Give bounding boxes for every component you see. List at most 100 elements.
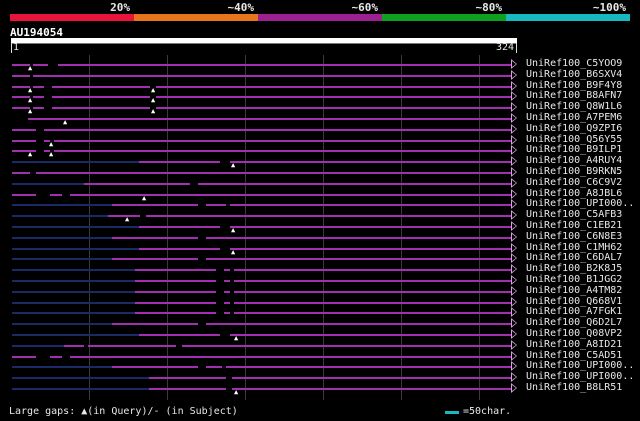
- hit-name-link[interactable]: UniRef100_UPI000..: [526, 360, 634, 371]
- hit-name-link[interactable]: UniRef100_C6DAL7: [526, 252, 622, 263]
- hit-name-link[interactable]: UniRef100_UPI000..: [526, 198, 634, 209]
- subject-gap-marker: [84, 343, 88, 347]
- hit-name-link[interactable]: UniRef100_B9F4Y8: [526, 80, 622, 91]
- aligned-segment: [112, 204, 512, 207]
- hit-name-link[interactable]: UniRef100_C5AD51: [526, 350, 622, 361]
- unaligned-segment: [12, 366, 112, 369]
- subject-gap-marker: [30, 73, 33, 77]
- subject-gap-marker: [230, 268, 234, 272]
- hit-name-link[interactable]: UniRef100_A8ID21: [526, 339, 622, 350]
- hit-name-link[interactable]: UniRef100_Q6D2L7: [526, 317, 622, 328]
- aligned-segment: [139, 247, 512, 250]
- hit-name-link[interactable]: UniRef100_Q8W1L6: [526, 101, 622, 112]
- subject-gap-marker: [216, 289, 224, 293]
- unaligned-segment: [12, 323, 112, 326]
- hit-name-link[interactable]: UniRef100_Q9ZPI6: [526, 123, 622, 134]
- aligned-segment: [112, 323, 512, 326]
- subject-gap-marker: [226, 387, 232, 390]
- hit-row[interactable]: ▲ UniRef100_B8LR51: [0, 382, 640, 396]
- hit-name-link[interactable]: UniRef100_C6N8E3: [526, 231, 622, 242]
- aligned-segment: [12, 355, 512, 358]
- hit-end-arrow-inner: [512, 61, 516, 67]
- scale-swatch: [445, 411, 459, 414]
- hit-end-arrow-inner: [512, 277, 516, 283]
- subject-gap-marker: [36, 354, 50, 358]
- hit-end-arrow-inner: [512, 169, 516, 175]
- hit-name-link[interactable]: UniRef100_B1JGG2: [526, 274, 622, 285]
- hit-name-link[interactable]: UniRef100_Q08VP2: [526, 328, 622, 339]
- unaligned-segment: [12, 290, 135, 293]
- identity-band: [134, 14, 258, 21]
- aligned-segment: [64, 344, 512, 347]
- identity-band-label: ~80%: [475, 1, 503, 14]
- hit-name-link[interactable]: UniRef100_Q56Y55: [526, 134, 622, 145]
- subject-gap-marker: [226, 376, 232, 380]
- aligned-segment: [149, 388, 512, 390]
- subject-gap-marker: [230, 300, 234, 304]
- hit-name-link[interactable]: UniRef100_A4RUY4: [526, 155, 622, 166]
- hit-name-link[interactable]: UniRef100_A7PEM6: [526, 112, 622, 123]
- hit-name-link[interactable]: UniRef100_Q668V1: [526, 296, 622, 307]
- aligned-segment: [149, 377, 512, 380]
- hit-name-link[interactable]: UniRef100_A4TM82: [526, 285, 622, 296]
- aligned-segment: [12, 85, 512, 88]
- hit-end-arrow-inner: [512, 179, 516, 186]
- subject-gap-marker: [216, 311, 224, 315]
- aligned-segment: [12, 74, 512, 77]
- hit-name-link[interactable]: UniRef100_B2K8J5: [526, 263, 622, 274]
- subject-gap-marker: [140, 214, 146, 218]
- subject-gap-marker: [44, 95, 52, 99]
- hit-name-link[interactable]: UniRef100_UPI000..: [526, 371, 634, 382]
- hit-name-link[interactable]: UniRef100_C6C9V2: [526, 177, 622, 188]
- subject-gap-marker: [216, 300, 224, 304]
- hit-name-link[interactable]: UniRef100_B8AFN7: [526, 90, 622, 101]
- hit-name-link[interactable]: UniRef100_C1EB21: [526, 220, 622, 231]
- subject-gap-marker: [36, 138, 44, 142]
- subject-gap-marker: [230, 279, 234, 282]
- subject-gap-marker: [198, 257, 206, 261]
- hit-name-link[interactable]: UniRef100_B8LR51: [526, 382, 622, 393]
- unaligned-segment: [12, 280, 135, 282]
- hit-end-arrow-inner: [512, 158, 516, 165]
- identity-band-label: ~60%: [351, 1, 379, 14]
- hit-name-link[interactable]: UniRef100_B9ILP1: [526, 144, 622, 155]
- hit-name-link[interactable]: UniRef100_B9RKN5: [526, 166, 622, 177]
- unaligned-segment: [12, 388, 149, 390]
- hit-end-arrow-inner: [512, 255, 516, 262]
- unaligned-segment: [12, 182, 84, 185]
- hit-end-arrow-inner: [512, 320, 516, 327]
- hit-end-arrow-inner: [512, 71, 516, 78]
- hit-end-arrow-inner: [512, 298, 516, 305]
- subject-gap-marker: [230, 311, 234, 315]
- hit-end-arrow-inner: [512, 352, 516, 359]
- hit-end-arrow-inner: [512, 104, 516, 111]
- aligned-segment: [135, 269, 512, 272]
- unaligned-segment: [12, 301, 135, 304]
- identity-band: [258, 14, 382, 21]
- aligned-segment: [135, 290, 512, 293]
- subject-gap-marker: [226, 203, 230, 207]
- hit-name-link[interactable]: UniRef100_C1MH62: [526, 242, 622, 253]
- aligned-segment: [84, 182, 512, 185]
- identity-band-label: ~40%: [227, 1, 255, 14]
- unaligned-segment: [12, 334, 139, 336]
- hit-end-arrow-inner: [512, 374, 516, 381]
- aligned-segment: [12, 150, 512, 153]
- scale-end-label: 324: [495, 42, 514, 53]
- hit-name-link[interactable]: UniRef100_C5YOO9: [526, 58, 622, 69]
- scale-unit-label: =50char.: [463, 406, 512, 417]
- aligned-segment: [12, 139, 512, 142]
- hit-name-link[interactable]: UniRef100_B6SXV4: [526, 69, 622, 80]
- subject-gap-marker: [44, 106, 52, 110]
- scale-start-label: 1: [13, 42, 20, 53]
- hit-end-arrow-inner: [512, 385, 516, 391]
- unaligned-segment: [12, 258, 112, 261]
- identity-band: [10, 14, 134, 21]
- aligned-segment: [12, 193, 512, 196]
- hit-name-link[interactable]: UniRef100_C5AFB3: [526, 209, 622, 220]
- subject-gap-marker: [220, 160, 230, 164]
- hit-name-link[interactable]: UniRef100_A7FGK1: [526, 306, 622, 317]
- blast-alignment-overview: 20% ~40% ~60% ~80% ~100% AU194054 1 324 ▲ Uni…: [0, 0, 640, 421]
- hit-name-link[interactable]: UniRef100_A8JBL6: [526, 188, 622, 199]
- unaligned-segment: [12, 161, 139, 164]
